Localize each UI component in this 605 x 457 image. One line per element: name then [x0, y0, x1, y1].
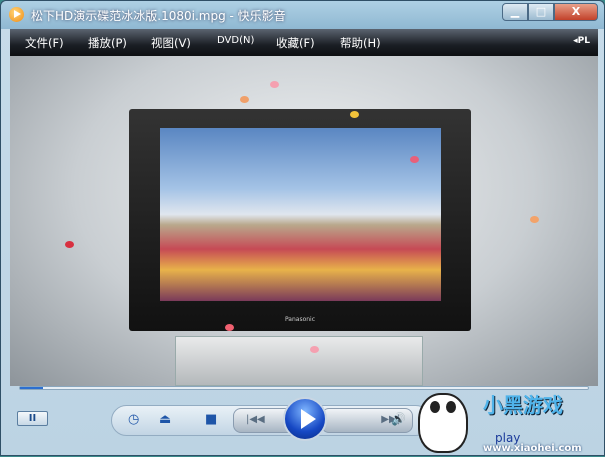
- petal: [410, 156, 419, 163]
- seek-progress: [20, 387, 43, 389]
- tv-brand: Panasonic: [284, 316, 316, 323]
- watermark: 小黑游戏 play www.xiaohei.com: [413, 389, 605, 457]
- menu-dvd[interactable]: DVD(N): [217, 35, 254, 46]
- app-logo-icon: [9, 7, 24, 22]
- clock-icon[interactable]: ◷: [128, 412, 139, 427]
- window-title: 松下HD演示碟范冰冰版.1080i.mpg - 快乐影音: [31, 9, 286, 23]
- pause-button[interactable]: II: [17, 411, 48, 426]
- close-button[interactable]: X: [554, 3, 598, 21]
- panda-mascot: [418, 393, 468, 453]
- petal: [530, 216, 539, 223]
- player-window: 松下HD演示碟范冰冰版.1080i.mpg - 快乐影音 ▁ □ X 文件(F)…: [0, 0, 605, 456]
- menu-view[interactable]: 视图(V): [151, 35, 191, 51]
- video-area[interactable]: Panasonic: [10, 56, 598, 386]
- petal: [350, 111, 359, 118]
- tv-image: Panasonic: [129, 109, 471, 331]
- petal: [310, 346, 319, 353]
- watermark-logo: 小黑游戏: [483, 393, 563, 417]
- menu-help[interactable]: 帮助(H): [340, 35, 381, 51]
- petal: [240, 96, 249, 103]
- playlist-toggle[interactable]: ◂PL: [573, 36, 590, 46]
- title-bar[interactable]: 松下HD演示碟范冰冰版.1080i.mpg - 快乐影音 ▁ □ X: [1, 1, 604, 29]
- watermark-url: www.xiaohei.com: [483, 443, 582, 454]
- maximize-button[interactable]: □: [528, 3, 554, 21]
- petal: [270, 81, 279, 88]
- petal: [225, 324, 234, 331]
- play-button[interactable]: [283, 397, 327, 441]
- stop-button[interactable]: ■: [205, 412, 217, 427]
- tv-screen: [160, 128, 441, 301]
- menu-file[interactable]: 文件(F): [25, 35, 64, 51]
- menu-bar: 文件(F) 播放(P) 视图(V) DVD(N) 收藏(F) 帮助(H) ◂PL: [10, 29, 598, 56]
- eject-icon[interactable]: ⏏: [159, 412, 171, 427]
- prev-icon: |◀◀: [246, 414, 265, 425]
- minimize-button[interactable]: ▁: [502, 3, 528, 21]
- menu-favorites[interactable]: 收藏(F): [276, 35, 315, 51]
- volume-icon[interactable]: 🔊: [391, 412, 406, 426]
- tv-stand: [175, 336, 423, 386]
- menu-play[interactable]: 播放(P): [88, 35, 127, 51]
- petal: [65, 241, 74, 248]
